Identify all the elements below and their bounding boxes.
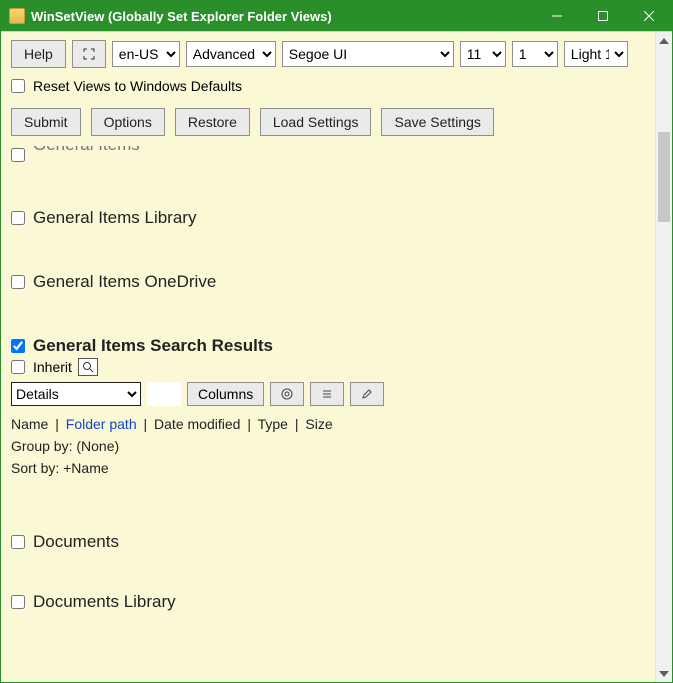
general-items-onedrive-label: General Items OneDrive [33,272,216,292]
minimize-button[interactable] [534,1,580,31]
gear-icon [281,388,293,400]
section-general-items-search: General Items Search Results [11,336,645,356]
section-general-items-onedrive: General Items OneDrive [11,272,645,292]
documents-checkbox[interactable] [11,535,25,549]
general-items-search-label: General Items Search Results [33,336,273,356]
general-items-label: General Items [33,146,140,155]
view-select[interactable]: Details [11,382,141,406]
general-items-library-label: General Items Library [33,208,196,228]
view-control-row: Details Columns [11,382,645,406]
font-size-select[interactable]: 11 [460,41,506,67]
general-items-checkbox[interactable] [11,148,25,162]
spacer [147,382,181,406]
documents-label: Documents [33,532,119,552]
edit-mini-button[interactable] [350,382,384,406]
top-toolbar: Help en-US Advanced Segoe UI 11 1 Light … [11,40,645,68]
vertical-scrollbar[interactable] [655,32,672,682]
inherit-label: Inherit [33,359,72,375]
mode-select[interactable]: Advanced [186,41,276,67]
section-documents: Documents [11,532,645,552]
scale-select[interactable]: 1 [512,41,558,67]
fullscreen-button[interactable] [72,40,106,68]
sort-by-line: Sort by: +Name [11,460,645,476]
reset-views-row: Reset Views to Windows Defaults [11,78,645,94]
general-items-onedrive-checkbox[interactable] [11,275,25,289]
list-mini-button[interactable] [310,382,344,406]
search-icon [82,361,94,373]
content-area: Help en-US Advanced Segoe UI 11 1 Light … [1,32,655,682]
chevron-up-icon [659,38,669,44]
theme-select[interactable]: Light 1 [564,41,628,67]
font-select[interactable]: Segoe UI [282,41,454,67]
inherit-row: Inherit [11,358,645,376]
search-icon-button[interactable] [78,358,98,376]
app-icon [9,8,25,24]
scroll-down-arrow[interactable] [656,665,672,682]
submit-button[interactable]: Submit [11,108,81,136]
maximize-button[interactable] [580,1,626,31]
reset-views-checkbox[interactable] [11,79,25,93]
list-icon [321,388,333,400]
save-settings-button[interactable]: Save Settings [381,108,493,136]
options-button[interactable]: Options [91,108,165,136]
scroll-up-arrow[interactable] [656,32,672,49]
crumb-folder-path[interactable]: Folder path [66,416,137,432]
reset-views-label: Reset Views to Windows Defaults [33,78,242,94]
crumb-name[interactable]: Name [11,416,48,432]
restore-button[interactable]: Restore [175,108,250,136]
documents-library-checkbox[interactable] [11,595,25,609]
action-button-row: Submit Options Restore Load Settings Sav… [11,108,645,136]
load-settings-button[interactable]: Load Settings [260,108,372,136]
general-items-library-checkbox[interactable] [11,211,25,225]
crumb-date-modified[interactable]: Date modified [154,416,240,432]
section-general-items-library: General Items Library [11,208,645,228]
language-select[interactable]: en-US [112,41,180,67]
inherit-checkbox[interactable] [11,360,25,374]
crumb-size[interactable]: Size [305,416,332,432]
chevron-down-icon [659,671,669,677]
general-items-search-checkbox[interactable] [11,339,25,353]
scrollbar-thumb[interactable] [658,132,670,222]
crumb-type[interactable]: Type [258,416,288,432]
columns-crumbs: Name | Folder path | Date modified | Typ… [11,416,645,432]
expand-icon [83,48,95,60]
section-documents-library: Documents Library [11,592,645,612]
documents-library-label: Documents Library [33,592,176,612]
window-title: WinSetView (Globally Set Explorer Folder… [31,9,332,24]
settings-mini-button[interactable] [270,382,304,406]
pencil-icon [361,388,373,400]
titlebar[interactable]: WinSetView (Globally Set Explorer Folder… [1,1,672,31]
close-button[interactable] [626,1,672,31]
section-general-items: General Items [11,146,645,164]
columns-button[interactable]: Columns [187,382,264,406]
help-button[interactable]: Help [11,40,66,68]
group-by-line: Group by: (None) [11,438,645,454]
